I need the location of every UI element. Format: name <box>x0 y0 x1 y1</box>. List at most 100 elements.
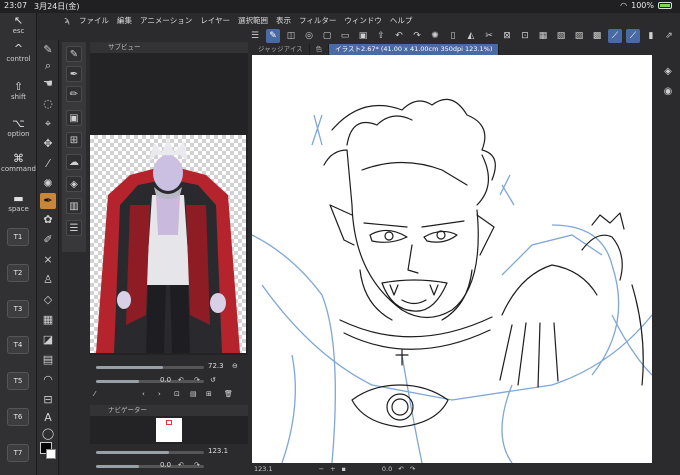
control-key[interactable]: ^ control <box>0 43 37 64</box>
eyedropper-icon[interactable]: ⁄ <box>40 156 56 172</box>
decoration-icon[interactable]: ✿ <box>40 212 56 228</box>
deselect-icon[interactable]: ▧ <box>554 29 568 43</box>
space-key[interactable]: ▬ space <box>0 193 37 214</box>
navigator-rotation-slider[interactable] <box>96 465 204 468</box>
t7-key[interactable]: T7 <box>7 444 29 462</box>
t6-key[interactable]: T6 <box>7 408 29 426</box>
frame-icon[interactable]: ▦ <box>40 312 56 328</box>
crop-icon[interactable]: ⊡ <box>518 29 532 43</box>
t2-key[interactable]: T2 <box>7 264 29 282</box>
open-folder-icon[interactable]: ▭ <box>338 29 352 43</box>
menu-selection[interactable]: 選択範囲 <box>238 15 268 26</box>
blend-icon[interactable]: ⨯ <box>40 252 56 268</box>
t1-key[interactable]: T1 <box>7 228 29 246</box>
menu-file[interactable]: ファイル <box>79 15 109 26</box>
command-key[interactable]: ⌘ command <box>0 153 37 174</box>
fill-bucket-icon[interactable]: ◭ <box>464 29 478 43</box>
nav-rotate-right-icon[interactable]: ↷ <box>194 461 200 469</box>
esc-key[interactable]: ↖ esc <box>0 15 37 36</box>
lasso-icon[interactable]: ◌ <box>40 96 56 112</box>
edit-selection-icon[interactable]: ▩ <box>590 29 604 43</box>
rotate-left-icon[interactable]: ↶ <box>178 376 184 384</box>
select-icon[interactable]: ⌖ <box>40 116 56 132</box>
tab-illust[interactable]: イラスト2.67* (41.00 x 41.00cm 350dpi 123.1%… <box>329 44 500 55</box>
rotate-right-icon[interactable]: ↷ <box>194 376 200 384</box>
subtool-grid-icon[interactable]: ⊞ <box>66 132 82 148</box>
loading-icon[interactable]: ✺ <box>428 29 442 43</box>
subtool-layer-icon[interactable]: ▣ <box>66 110 82 126</box>
fill-icon[interactable]: ◪ <box>40 332 56 348</box>
invert-selection-icon[interactable]: ▨ <box>572 29 586 43</box>
zoom-minus-icon[interactable]: ⊖ <box>232 362 238 370</box>
subtool-pencil-icon[interactable]: ✏ <box>66 86 82 102</box>
text-icon[interactable]: A <box>40 410 56 426</box>
menu-animation[interactable]: アニメーション <box>140 15 192 26</box>
new-file-icon[interactable]: ▢ <box>320 29 334 43</box>
menu-window[interactable]: ウィンドウ <box>344 15 382 26</box>
brush-icon[interactable]: ✐ <box>40 232 56 248</box>
balloon-icon[interactable]: ◯ <box>40 426 56 442</box>
footer-fit-icon[interactable]: ▪ <box>342 465 346 473</box>
brush-toggle-icon[interactable]: ✎ <box>266 29 280 43</box>
snap-special-icon[interactable]: ⟋ <box>626 29 640 43</box>
stamp-icon[interactable]: ♙ <box>40 272 56 288</box>
airbrush-icon[interactable]: ✺ <box>40 176 56 192</box>
footer-rotate-right-icon[interactable]: ↷ <box>410 465 415 473</box>
save-icon[interactable]: ▣ <box>356 29 370 43</box>
redo-icon[interactable]: ↷ <box>410 29 424 43</box>
next-image-icon[interactable]: › <box>158 390 161 398</box>
tab-judge-ice[interactable]: ジャッジアイス <box>252 44 310 55</box>
clear-icon[interactable]: ▯ <box>446 29 460 43</box>
fit-icon[interactable]: ⊡ <box>174 390 180 398</box>
hand-icon[interactable]: ☚ <box>40 76 56 92</box>
subtool-cloud-icon[interactable]: ☁ <box>66 154 82 170</box>
layer-stack-icon[interactable]: ◈ <box>661 65 675 79</box>
subtool-drop-icon[interactable]: ◈ <box>66 176 82 192</box>
select-all-icon[interactable]: ▦ <box>536 29 550 43</box>
layer-property-icon[interactable]: ◉ <box>661 85 675 99</box>
zoom-icon[interactable]: ⌕ <box>40 58 56 74</box>
subtool-pen-icon[interactable]: ✒ <box>66 66 82 82</box>
cut-icon[interactable]: ✂ <box>482 29 496 43</box>
eyedropper-small-icon[interactable]: ⁄ <box>94 390 95 398</box>
snap-ruler-icon[interactable]: ⟋ <box>608 29 622 43</box>
rotate-reset-icon[interactable]: ↺ <box>210 376 216 384</box>
menu-help[interactable]: ヘルプ <box>390 15 413 26</box>
subtool-stack-icon[interactable]: ▥ <box>66 198 82 214</box>
menu-layer[interactable]: レイヤー <box>200 15 230 26</box>
navigator-zoom-slider[interactable] <box>96 451 204 454</box>
grid-toggle-icon[interactable]: ⊞ <box>206 390 212 398</box>
option-key[interactable]: ⌥ option <box>0 118 37 139</box>
reference-icon[interactable]: ▮ <box>644 29 658 43</box>
drawing-canvas[interactable] <box>252 55 652 463</box>
prev-image-icon[interactable]: ‹ <box>142 390 145 398</box>
link-icon[interactable]: ◎ <box>302 29 316 43</box>
subview-rotation-slider[interactable] <box>96 380 204 383</box>
undo-icon[interactable]: ↶ <box>392 29 406 43</box>
t5-key[interactable]: T5 <box>7 372 29 390</box>
ruler-icon[interactable]: ⊟ <box>40 392 56 408</box>
t3-key[interactable]: T3 <box>7 300 29 318</box>
footer-zoom-minus-icon[interactable]: − <box>319 465 324 473</box>
app-logo-icon[interactable]: ϡ <box>59 16 75 26</box>
subtool-brush-icon[interactable]: ✎ <box>66 46 82 62</box>
sub-color-swatch[interactable] <box>46 449 56 459</box>
gradient-icon[interactable]: ▤ <box>40 352 56 368</box>
delete-image-icon[interactable]: 🗑 <box>224 390 233 398</box>
pen-icon[interactable]: ✒ <box>40 193 56 209</box>
subview-zoom-slider[interactable] <box>96 366 204 369</box>
menu-filter[interactable]: フィルター <box>299 15 336 26</box>
brush-size-icon[interactable]: ✎ <box>40 42 56 58</box>
canvas-icon[interactable]: ◫ <box>284 29 298 43</box>
share-icon[interactable]: ⇗ <box>662 29 676 43</box>
transform-icon[interactable]: ⊠ <box>500 29 514 43</box>
subtool-list-icon[interactable]: ☰ <box>66 220 82 236</box>
menu-list-icon[interactable]: ☰ <box>248 29 262 43</box>
import-icon[interactable]: ▤ <box>190 390 197 398</box>
menu-edit[interactable]: 編集 <box>117 15 132 26</box>
export-icon[interactable]: ⇪ <box>374 29 388 43</box>
navigator-thumbnail[interactable] <box>156 418 182 442</box>
footer-zoom-plus-icon[interactable]: + <box>330 465 335 473</box>
menu-view[interactable]: 表示 <box>276 15 291 26</box>
nav-rotate-left-icon[interactable]: ↶ <box>178 461 184 469</box>
